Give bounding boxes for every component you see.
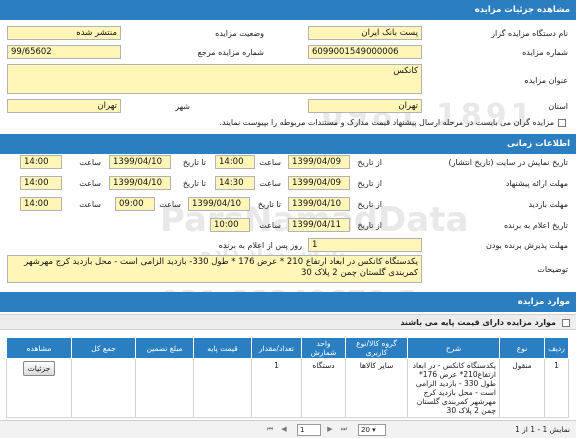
subject-label: عنوان مزایده bbox=[524, 76, 569, 85]
prev-page-icon[interactable]: ◀ bbox=[278, 424, 290, 435]
offer-label: مهلت ارائه پیشنهاد bbox=[505, 179, 568, 188]
row-total bbox=[71, 358, 136, 418]
winner-time: 10:00 bbox=[210, 218, 250, 232]
col-group[interactable]: گروه کالا/نوع کاربری bbox=[345, 337, 408, 359]
timing-header: اطلاعات زمانی bbox=[0, 134, 576, 154]
accept-days-field: 1 bbox=[308, 238, 422, 252]
first-page-icon[interactable]: ⏮ bbox=[264, 424, 276, 435]
row-view-cell: جزئیات bbox=[6, 358, 72, 418]
number-field: 6099001549000006 bbox=[308, 45, 422, 59]
row-base-price bbox=[193, 358, 252, 418]
province-field: تهران bbox=[308, 99, 422, 113]
visit-from-date: 1399/04/10 bbox=[288, 197, 350, 211]
publish-to-date: 1399/04/10 bbox=[109, 155, 171, 169]
row-qty: 1 bbox=[251, 358, 302, 418]
page-size-select[interactable]: 20 ▾ bbox=[358, 424, 386, 436]
visit-to-time: 14:00 bbox=[20, 197, 62, 211]
province-label: استان bbox=[548, 102, 568, 111]
col-qty[interactable]: تعداد/مقدار bbox=[251, 337, 302, 359]
offer-to-time-label: ساعت bbox=[79, 179, 101, 188]
offer-to-time: 14:00 bbox=[20, 176, 62, 190]
documents-required-label: مزایده گران می بایست در مرحله ارسال پیشن… bbox=[219, 118, 555, 127]
documents-required-checkbox[interactable] bbox=[558, 119, 566, 127]
org-label: نام دستگاه مزایده گزار bbox=[491, 29, 568, 38]
col-unit[interactable]: واحد شمارش bbox=[301, 337, 346, 359]
publish-from-time: 14:00 bbox=[215, 155, 255, 169]
subject-field: کانکس bbox=[7, 64, 422, 94]
pager: نمایش 1 - 1 از 1 ⏮ ◀ 1 ▶ ⏭ 20 ▾ bbox=[0, 420, 576, 438]
table-row: 1 منقول یکدستگاه کانکس - در ابعاد ارتفاع… bbox=[6, 358, 569, 418]
visit-from-time-label: ساعت bbox=[159, 200, 181, 209]
col-view[interactable]: مشاهده bbox=[6, 337, 72, 359]
publish-from-time-label: ساعت bbox=[259, 158, 281, 167]
col-base-price[interactable]: قیمت پایه bbox=[193, 337, 252, 359]
page-size-value: 20 bbox=[361, 426, 370, 434]
row-unit: دستگاه bbox=[301, 358, 346, 418]
offer-from-label: از تاریخ bbox=[357, 179, 382, 188]
offer-to-date: 1399/04/10 bbox=[109, 176, 171, 190]
offer-from-time-label: ساعت bbox=[259, 179, 281, 188]
city-field: تهران bbox=[7, 99, 121, 113]
col-type[interactable]: نوع bbox=[499, 337, 545, 359]
pager-info: نمایش 1 - 1 از 1 bbox=[514, 425, 570, 434]
base-price-checkbox[interactable] bbox=[562, 319, 570, 327]
visit-from-time: 09:00 bbox=[115, 197, 155, 211]
details-button[interactable]: جزئیات bbox=[22, 361, 56, 376]
auction-details-title: مشاهده جزئیات مزایده bbox=[474, 5, 570, 15]
row-type: منقول bbox=[499, 358, 545, 418]
publish-to-label: تا تاریخ bbox=[182, 158, 206, 167]
items-table-header: ردیف نوع شرح گروه کالا/نوع کاربری واحد ش… bbox=[6, 337, 569, 359]
last-page-icon[interactable]: ⏭ bbox=[338, 424, 350, 435]
status-field: منتشر شده bbox=[7, 26, 121, 40]
offer-from-date: 1399/04/09 bbox=[288, 176, 350, 190]
ref-number-label: شماره مزایده مرجع bbox=[197, 48, 264, 57]
items-header: موارد مزایده bbox=[0, 292, 576, 312]
accept-suffix: روز پس از اعلام به برنده bbox=[218, 241, 302, 250]
auction-details-header: مشاهده جزئیات مزایده bbox=[0, 0, 576, 20]
winner-time-label: ساعت bbox=[259, 221, 281, 230]
winner-from-label: از تاریخ bbox=[357, 221, 382, 230]
col-desc[interactable]: شرح bbox=[407, 337, 500, 359]
page-number-input[interactable]: 1 bbox=[297, 424, 321, 436]
base-price-panel: موارد مزایده دارای قیمت پایه می باشند bbox=[0, 314, 576, 330]
number-label: شماره مزایده bbox=[522, 48, 568, 57]
row-group: سایر کالاها bbox=[345, 358, 408, 418]
publish-label: تاریخ نمایش در سایت (تاریخ انتشار) bbox=[448, 158, 568, 167]
publish-to-time-label: ساعت bbox=[79, 158, 101, 167]
items-title: موارد مزایده bbox=[517, 297, 570, 307]
winner-date: 1399/04/11 bbox=[288, 218, 350, 232]
visit-from-label: از تاریخ bbox=[357, 200, 382, 209]
col-total[interactable]: جمع کل bbox=[71, 337, 136, 359]
base-price-label: موارد مزایده دارای قیمت پایه می باشند bbox=[400, 318, 556, 327]
visit-to-label: تا تاریخ bbox=[257, 200, 281, 209]
status-label: وضعیت مزایده bbox=[215, 29, 264, 38]
winner-label: تاریخ اعلام به برنده bbox=[503, 221, 568, 230]
row-index: 1 bbox=[544, 358, 569, 418]
items-table: ردیف نوع شرح گروه کالا/نوع کاربری واحد ش… bbox=[6, 337, 569, 418]
visit-to-time-label: ساعت bbox=[79, 200, 101, 209]
publish-from-date: 1399/04/09 bbox=[288, 155, 350, 169]
offer-from-time: 14:30 bbox=[215, 176, 255, 190]
row-desc: یکدستگاه کانکس - در ابعاد ارتفاع210* عرض… bbox=[407, 358, 500, 418]
ref-number-field: 99/65602 bbox=[7, 45, 121, 59]
visit-label: مهلت بازدید bbox=[528, 200, 568, 209]
publish-from-label: از تاریخ bbox=[357, 158, 382, 167]
col-guarantee[interactable]: مبلغ تضمین bbox=[135, 337, 194, 359]
row-guarantee bbox=[135, 358, 194, 418]
next-page-icon[interactable]: ▶ bbox=[324, 424, 336, 435]
notes-label: توضیحات bbox=[537, 265, 568, 274]
org-field: پست بانک ایران bbox=[308, 26, 422, 40]
city-label: شهر bbox=[175, 102, 190, 111]
timing-title: اطلاعات زمانی bbox=[506, 139, 570, 149]
publish-to-time: 14:00 bbox=[20, 155, 62, 169]
col-index[interactable]: ردیف bbox=[544, 337, 569, 359]
notes-field: یکدستگاه کانکس در ابعاد ارتفاع 210 * عرض… bbox=[7, 255, 422, 283]
offer-to-label: تا تاریخ bbox=[182, 179, 206, 188]
visit-to-date: 1399/04/10 bbox=[188, 197, 250, 211]
accept-label: مهلت پذیرش برنده بودن bbox=[486, 241, 568, 250]
